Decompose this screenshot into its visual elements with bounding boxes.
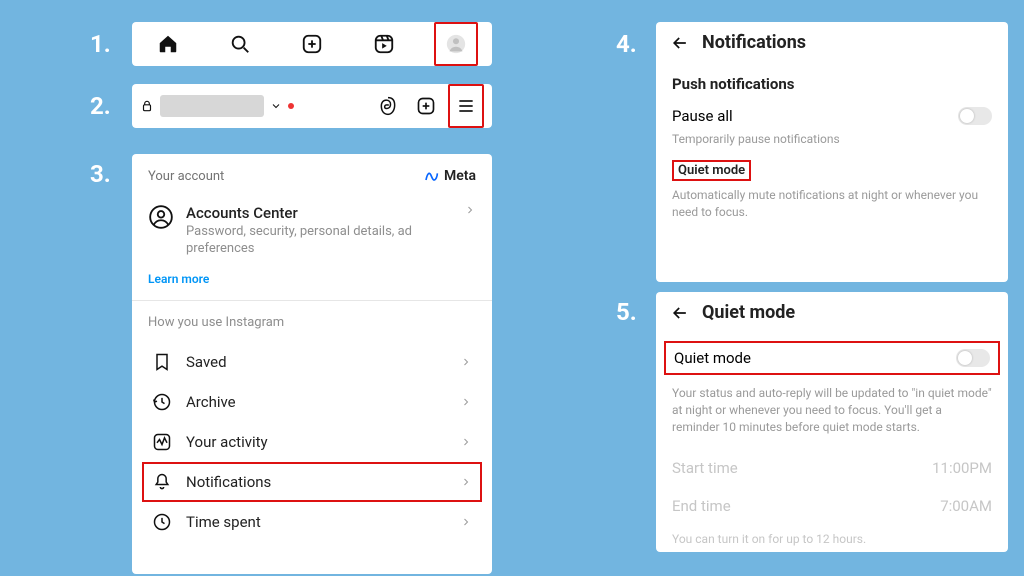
notifications-screen: Notifications Push notifications Pause a…	[656, 22, 1008, 282]
archive-icon	[152, 392, 172, 412]
start-time-row[interactable]: Start time 11:00PM	[672, 449, 992, 487]
page-title: Quiet mode	[702, 302, 795, 323]
threads-icon[interactable]	[372, 84, 404, 128]
quiet-mode-footer: You can turn it on for up to 12 hours.	[672, 531, 992, 548]
create-post-icon[interactable]	[410, 84, 442, 128]
section-heading: How you use Instagram	[148, 315, 476, 330]
menu-item-time-spent[interactable]: Time spent	[148, 502, 476, 542]
push-notifications-header: Push notifications	[672, 75, 992, 93]
chevron-right-icon	[460, 396, 472, 408]
back-arrow-icon[interactable]	[670, 33, 690, 53]
accounts-center-title: Accounts Center	[186, 204, 452, 222]
chevron-down-icon[interactable]	[270, 100, 282, 112]
divider	[132, 300, 492, 301]
pause-all-hint: Temporarily pause notifications	[672, 131, 992, 148]
chevron-right-icon	[460, 436, 472, 448]
end-time-label: End time	[672, 497, 731, 515]
learn-more-link[interactable]: Learn more	[148, 272, 476, 286]
create-icon[interactable]	[290, 22, 334, 66]
menu-item-activity[interactable]: Your activity	[148, 422, 476, 462]
reels-icon[interactable]	[362, 22, 406, 66]
quiet-mode-hint: Automatically mute notifications at nigh…	[672, 187, 992, 221]
bookmark-icon	[152, 352, 172, 372]
quiet-mode-description: Your status and auto-reply will be updat…	[672, 385, 992, 435]
quiet-mode-row-label: Quiet mode	[674, 349, 751, 367]
menu-item-archive[interactable]: Archive	[148, 382, 476, 422]
step-number-3: 3.	[90, 160, 111, 188]
step-number-5: 5.	[616, 298, 637, 326]
account-circle-icon	[148, 204, 174, 230]
quiet-mode-toggle[interactable]	[956, 349, 990, 367]
menu-item-label: Notifications	[186, 473, 446, 491]
menu-item-saved[interactable]: Saved	[148, 342, 476, 382]
accounts-center-subtitle: Password, security, personal details, ad…	[186, 224, 452, 258]
menu-item-notifications[interactable]: Notifications	[142, 462, 482, 502]
profile-top-bar	[132, 84, 492, 128]
lock-icon	[140, 99, 154, 113]
menu-item-label: Time spent	[186, 513, 446, 531]
username-redacted[interactable]	[160, 95, 264, 117]
step-number-2: 2.	[90, 92, 111, 120]
quiet-mode-link[interactable]: Quiet mode	[672, 160, 751, 181]
start-time-value: 11:00PM	[932, 459, 992, 477]
activity-icon	[152, 432, 172, 452]
quiet-mode-toggle-row[interactable]: Quiet mode	[664, 341, 1000, 375]
pause-all-toggle[interactable]	[958, 107, 992, 125]
step-number-1: 1.	[90, 30, 111, 58]
end-time-row[interactable]: End time 7:00AM	[672, 487, 992, 525]
bottom-nav-bar	[132, 22, 492, 66]
search-icon[interactable]	[218, 22, 262, 66]
chevron-right-icon	[464, 204, 476, 216]
menu-item-label: Your activity	[186, 433, 446, 451]
end-time-value: 7:00AM	[940, 497, 992, 515]
menu-item-label: Archive	[186, 393, 446, 411]
page-title: Notifications	[702, 32, 806, 53]
chevron-right-icon	[460, 516, 472, 528]
home-icon[interactable]	[146, 22, 190, 66]
hamburger-menu-icon[interactable]	[448, 84, 484, 128]
chevron-right-icon	[460, 356, 472, 368]
your-account-label: Your account	[148, 169, 224, 184]
menu-item-label: Saved	[186, 353, 446, 371]
clock-icon	[152, 512, 172, 532]
bell-icon	[152, 472, 172, 492]
pause-all-label: Pause all	[672, 107, 733, 125]
settings-menu: Your account Meta Accounts Center Passwo…	[132, 154, 492, 574]
notification-dot	[288, 103, 294, 109]
chevron-right-icon	[460, 476, 472, 488]
profile-icon[interactable]	[434, 22, 478, 66]
meta-brand: Meta	[424, 168, 476, 184]
back-arrow-icon[interactable]	[670, 303, 690, 323]
accounts-center-row[interactable]: Accounts Center Password, security, pers…	[148, 200, 476, 272]
quiet-mode-screen: Quiet mode Quiet mode Your status and au…	[656, 292, 1008, 552]
start-time-label: Start time	[672, 459, 738, 477]
step-number-4: 4.	[616, 30, 637, 58]
